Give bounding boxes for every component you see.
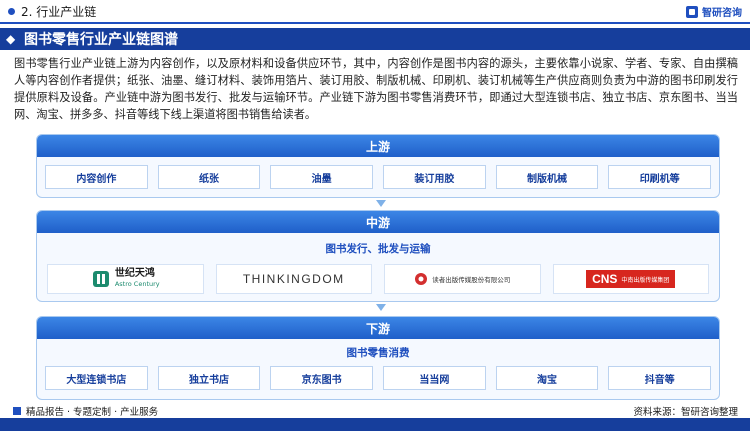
double-chevron-icon: ◆ bbox=[6, 32, 16, 46]
logo-subtext: Astro Century bbox=[114, 280, 160, 288]
midstream-subtitle: 图书发行、批发与运输 bbox=[325, 243, 431, 255]
title-bar: ◆ 图书零售行业产业链图谱 bbox=[0, 28, 750, 50]
upstream-item: 印刷机等 bbox=[608, 165, 712, 189]
midstream-tier: 中游 图书发行、批发与运输 世纪天鸿 Astro Century THINKIN… bbox=[36, 210, 720, 302]
brand-logo: 智研咨询 bbox=[686, 4, 742, 19]
logo-subtext: 中南出版传媒集团 bbox=[621, 276, 670, 284]
downstream-item: 独立书店 bbox=[157, 366, 261, 390]
downstream-item: 抖音等 bbox=[608, 366, 712, 390]
upstream-item: 纸张 bbox=[157, 165, 261, 189]
upstream-item: 内容创作 bbox=[45, 165, 148, 189]
downstream-item: 淘宝 bbox=[495, 366, 599, 390]
duzhe-mark-icon bbox=[415, 273, 428, 285]
footer-source: 资料来源：智研咨询整理 bbox=[633, 404, 738, 418]
downstream-subtitle: 图书零售消费 bbox=[346, 347, 410, 359]
upstream-header: 上游 bbox=[37, 135, 719, 157]
intro-paragraph: 图书零售行业产业链上游为内容创作，以及原材料和设备供应环节，其中，内容创作是图书… bbox=[14, 57, 738, 121]
downstream-item: 当当网 bbox=[383, 366, 486, 390]
brand-mark-icon bbox=[686, 5, 698, 18]
downstream-header: 下游 bbox=[37, 317, 719, 339]
flow-arrow-icon bbox=[376, 304, 386, 311]
logo-duzhe: 读者出版传媒股份有限公司 bbox=[384, 264, 541, 294]
logo-text: THINKINGDOM bbox=[242, 272, 345, 286]
bullet-dot-icon bbox=[8, 7, 15, 15]
page-title: 图书零售行业产业链图谱 bbox=[24, 32, 178, 48]
footer-right-text: 资料来源：智研咨询整理 bbox=[633, 407, 738, 418]
logo-text: 读者出版传媒股份有限公司 bbox=[432, 276, 511, 284]
section-title: 2. 行业产业链 bbox=[21, 4, 97, 19]
downstream-item: 京东图书 bbox=[270, 366, 374, 390]
upstream-items: 内容创作 纸张 油墨 装订用胶 制版机械 印刷机等 bbox=[37, 165, 719, 189]
logo-text: CNS bbox=[592, 272, 618, 286]
logo-astro-century: 世纪天鸿 Astro Century bbox=[47, 264, 204, 294]
midstream-header: 中游 bbox=[37, 211, 719, 233]
downstream-tier: 下游 图书零售消费 大型连锁书店 独立书店 京东图书 当当网 淘宝 抖音等 bbox=[36, 316, 720, 400]
upstream-tier: 上游 内容创作 纸张 油墨 装订用胶 制版机械 印刷机等 bbox=[36, 134, 720, 198]
footer-bar bbox=[0, 418, 750, 431]
upstream-item: 装订用胶 bbox=[383, 165, 486, 189]
downstream-item: 大型连锁书店 bbox=[45, 366, 148, 390]
downstream-items: 大型连锁书店 独立书店 京东图书 当当网 淘宝 抖音等 bbox=[37, 366, 719, 390]
logo-cns: CNS 中南出版传媒集团 bbox=[552, 264, 709, 294]
upstream-item: 油墨 bbox=[270, 165, 374, 189]
astro-century-mark-icon bbox=[92, 271, 109, 287]
header-rule bbox=[0, 22, 750, 24]
footer-left-text: 精品报告 · 专题定制 · 产业服务 bbox=[26, 407, 159, 418]
upstream-item: 制版机械 bbox=[495, 165, 599, 189]
top-bar: 2. 行业产业链 智研咨询 bbox=[0, 0, 750, 24]
logo-thinkingdom: THINKINGDOM bbox=[215, 264, 372, 294]
brand-name: 智研咨询 bbox=[702, 8, 742, 19]
report-icon bbox=[13, 407, 21, 415]
flow-arrow-icon bbox=[376, 200, 386, 207]
midstream-logos: 世纪天鸿 Astro Century THINKINGDOM 读者出版传媒股份有… bbox=[37, 264, 719, 294]
footer-services: 精品报告 · 专题定制 · 产业服务 bbox=[12, 404, 158, 418]
logo-text: 世纪天鸿 bbox=[114, 268, 155, 279]
